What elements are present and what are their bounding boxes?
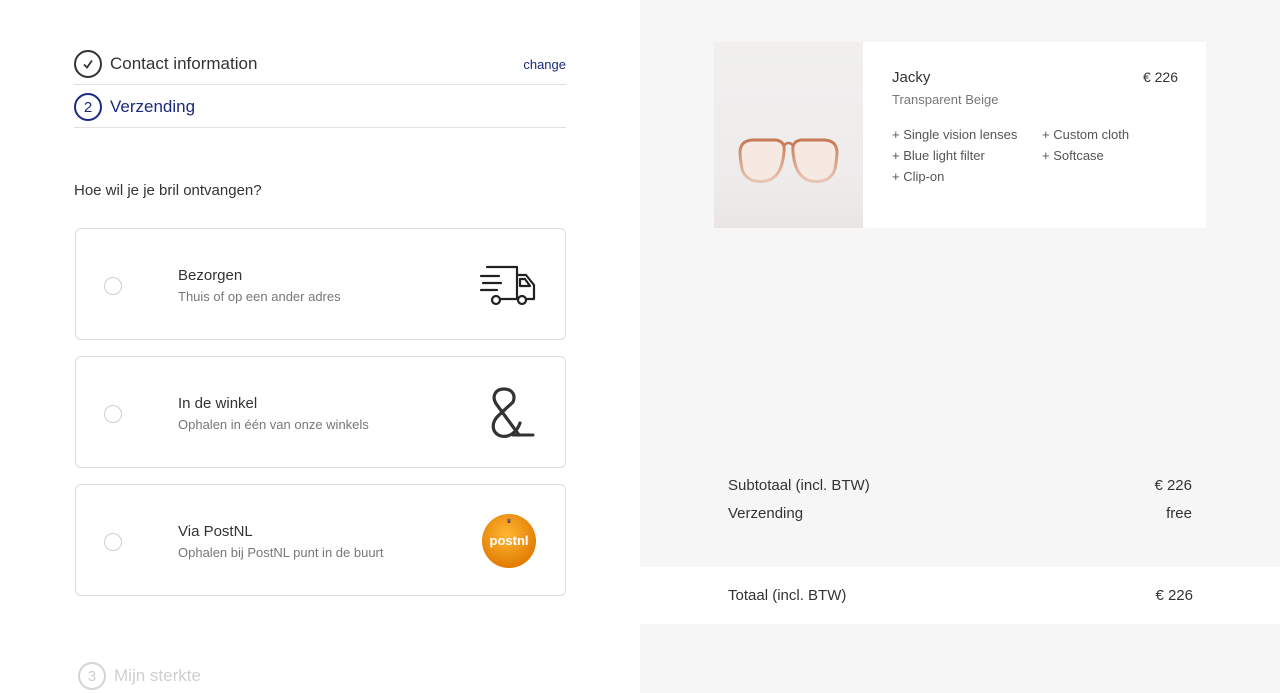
divider — [74, 127, 566, 128]
step-mijn-sterkte: 3 Mijn sterkte — [78, 661, 570, 691]
delivery-option-in-de-winkel[interactable]: In de winkel Ophalen in één van onze win… — [75, 356, 566, 468]
option-subtitle: Thuis of op een ander adres — [178, 289, 341, 304]
option-subtitle: Ophalen bij PostNL punt in de buurt — [178, 545, 384, 560]
extra-item: + Softcase — [1042, 148, 1104, 163]
shipping-value: free — [1166, 505, 1192, 522]
option-title: Bezorgen — [178, 267, 243, 284]
change-contact-link[interactable]: change — [523, 57, 566, 72]
product-name: Jacky — [892, 69, 931, 86]
total-label: Totaal (incl. BTW) — [728, 587, 847, 604]
extra-item: + Clip-on — [892, 169, 945, 184]
subtotal-row: Subtotaal (incl. BTW) € 226 — [728, 477, 1192, 494]
product-variant: Transparent Beige — [892, 92, 999, 107]
extra-item: + Custom cloth — [1042, 127, 1130, 142]
step-number-badge: 2 — [74, 93, 102, 121]
radio-button[interactable] — [104, 277, 122, 295]
delivery-option-bezorgen[interactable]: Bezorgen Thuis of op een ander adres — [75, 228, 566, 340]
step-verzending: 2 Verzending — [74, 92, 566, 122]
checkout-steps-panel: Contact information change 2 Verzending … — [0, 0, 640, 693]
step-title-contact: Contact information — [110, 54, 258, 73]
subtotal-value: € 226 — [1154, 477, 1192, 494]
product-price: € 226 — [1142, 69, 1178, 85]
ampersand-logo-icon — [479, 383, 539, 443]
extra-item: + Blue light filter — [892, 148, 985, 163]
delivery-question: Hoe wil je je bril ontvangen? — [74, 182, 262, 199]
subtotal-label: Subtotaal (incl. BTW) — [728, 477, 870, 494]
total-row: Totaal (incl. BTW) € 226 — [728, 587, 1193, 604]
checkmark-icon — [74, 50, 102, 78]
svg-text:♛: ♛ — [506, 518, 511, 525]
shipping-row: Verzending free — [728, 505, 1192, 522]
option-title: In de winkel — [178, 395, 258, 412]
order-summary-panel: Jacky € 226 Transparent Beige + Single v… — [640, 0, 1280, 693]
step-contact-information: Contact information change — [74, 49, 566, 79]
radio-button[interactable] — [104, 405, 122, 423]
product-image — [714, 42, 863, 228]
total-value: € 226 — [1155, 587, 1193, 604]
option-title: Via PostNL — [178, 523, 253, 540]
delivery-truck-icon — [479, 255, 539, 315]
divider — [74, 84, 566, 85]
radio-button[interactable] — [104, 533, 122, 551]
step-title-mijn-sterkte: Mijn sterkte — [114, 666, 201, 685]
postnl-logo-text: postnl — [490, 533, 529, 548]
step-title-verzending: Verzending — [110, 97, 196, 116]
shipping-label: Verzending — [728, 505, 804, 522]
postnl-logo: ♛ postnl — [479, 511, 539, 571]
option-subtitle: Ophalen in één van onze winkels — [178, 417, 369, 432]
delivery-option-postnl[interactable]: Via PostNL Ophalen bij PostNL punt in de… — [75, 484, 566, 596]
glasses-image — [738, 138, 839, 183]
product-card: Jacky € 226 Transparent Beige + Single v… — [714, 42, 1206, 228]
step-number-badge: 3 — [78, 662, 106, 690]
total-band: Totaal (incl. BTW) € 226 — [640, 567, 1280, 624]
extra-item: + Single vision lenses — [892, 127, 1018, 142]
